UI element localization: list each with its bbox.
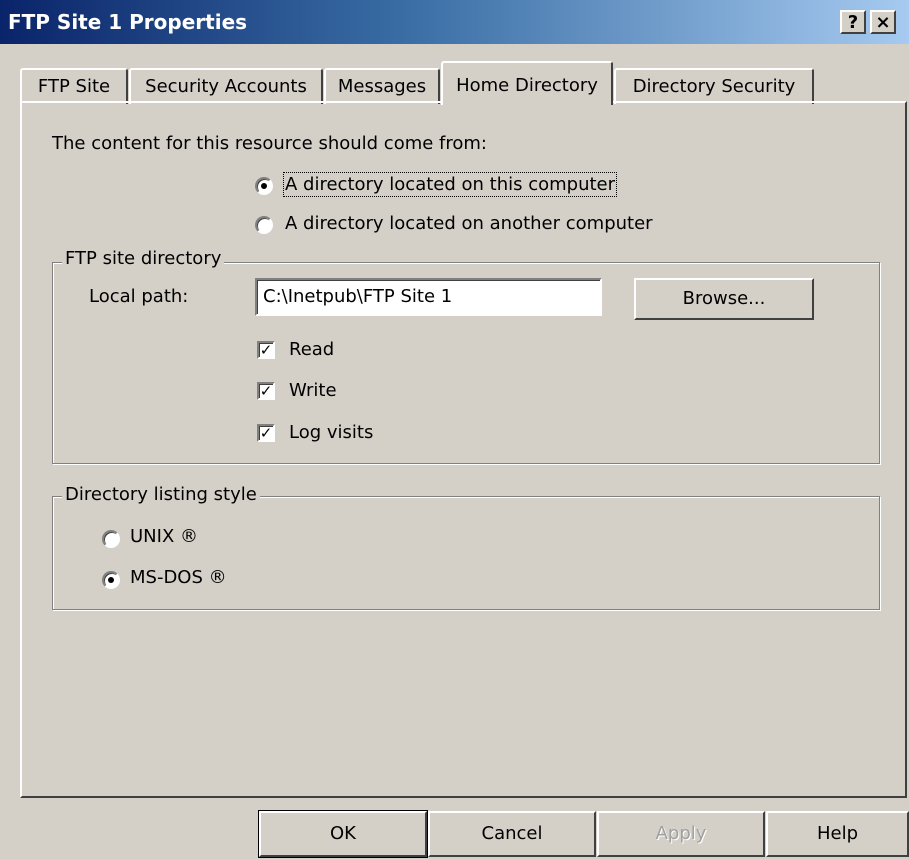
checkmark-icon: ✓ <box>259 424 273 442</box>
listing-style-title: Directory listing style <box>62 484 260 505</box>
radio-unix[interactable] <box>102 530 120 548</box>
local-path-label: Local path: <box>89 286 189 307</box>
radio-another-computer-label[interactable]: A directory located on another computer <box>285 213 653 234</box>
radio-dot-icon <box>108 577 114 583</box>
browse-button[interactable]: Browse... <box>634 278 814 320</box>
tab-security-accounts[interactable]: Security Accounts <box>129 68 323 104</box>
local-path-input[interactable]: C:\Inetpub\FTP Site 1 <box>255 278 602 316</box>
log-visits-label[interactable]: Log visits <box>289 422 373 443</box>
help-footer-button[interactable]: Help <box>766 811 909 857</box>
listing-style-group <box>52 496 880 610</box>
checkmark-icon: ✓ <box>259 382 273 400</box>
write-checkbox[interactable]: ✓ <box>257 382 275 400</box>
read-label[interactable]: Read <box>289 339 334 360</box>
content-source-prompt: The content for this resource should com… <box>52 133 487 154</box>
radio-this-computer-label[interactable]: A directory located on this computer <box>282 172 618 197</box>
apply-button[interactable]: Apply <box>597 811 765 857</box>
tab-home-directory[interactable]: Home Directory <box>441 61 613 105</box>
radio-another-computer[interactable] <box>255 216 273 234</box>
ok-button[interactable]: OK <box>258 810 428 858</box>
close-button[interactable]: × <box>870 10 896 34</box>
title-bar: FTP Site 1 Properties ? × <box>0 0 909 44</box>
read-checkbox[interactable]: ✓ <box>257 341 275 359</box>
log-visits-checkbox[interactable]: ✓ <box>257 424 275 442</box>
window-title: FTP Site 1 Properties <box>8 10 248 34</box>
radio-ms-dos-label[interactable]: MS-DOS ® <box>130 567 227 588</box>
radio-dot-icon <box>261 183 267 189</box>
cancel-button[interactable]: Cancel <box>428 811 596 857</box>
tab-messages[interactable]: Messages <box>324 68 440 104</box>
write-label[interactable]: Write <box>289 380 337 401</box>
radio-ms-dos[interactable] <box>102 571 120 589</box>
ftp-site-directory-title: FTP site directory <box>62 248 225 269</box>
help-button[interactable]: ? <box>840 10 866 34</box>
radio-unix-label[interactable]: UNIX ® <box>130 526 198 547</box>
tab-ftp-site[interactable]: FTP Site <box>20 68 128 104</box>
radio-this-computer[interactable] <box>255 177 273 195</box>
checkmark-icon: ✓ <box>259 341 273 359</box>
tab-directory-security[interactable]: Directory Security <box>614 68 814 104</box>
